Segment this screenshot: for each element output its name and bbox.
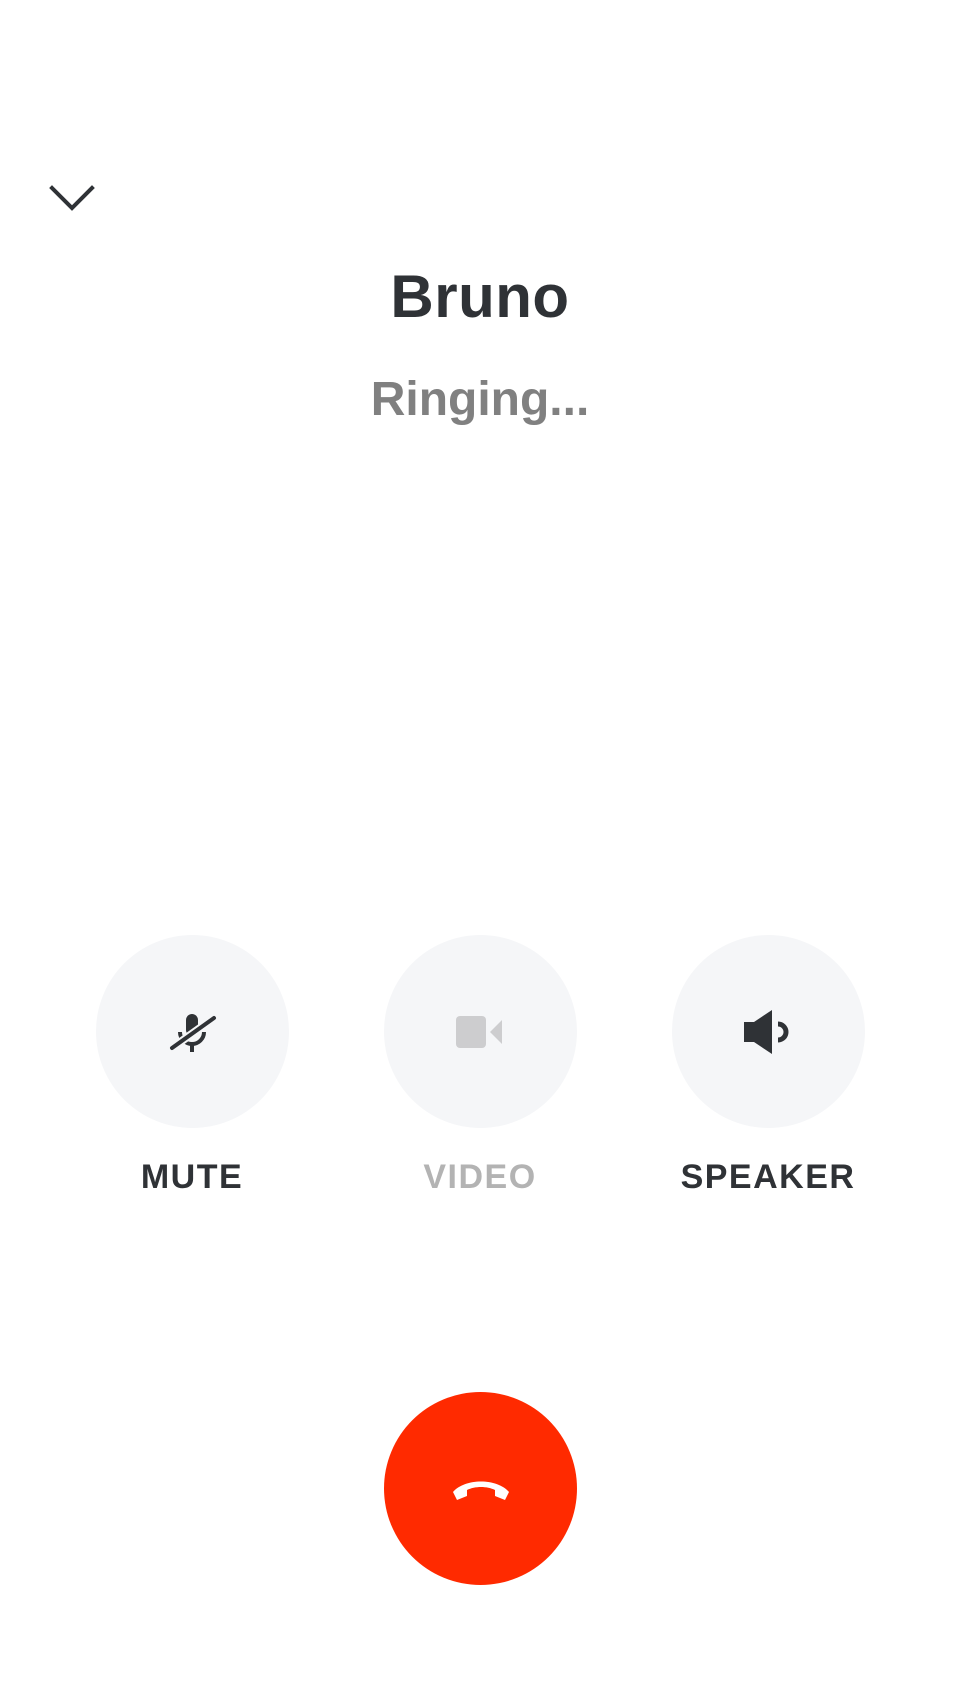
mute-button[interactable]: MUTE xyxy=(62,935,322,1197)
video-label: VIDEO xyxy=(423,1158,537,1196)
chevron-down-icon xyxy=(49,185,95,211)
speaker-icon xyxy=(744,1009,789,1054)
caller-name: Bruno xyxy=(390,263,570,330)
mute-label: MUTE xyxy=(140,1158,244,1196)
end-call-button[interactable] xyxy=(384,1392,577,1585)
video-camera-icon xyxy=(456,1015,502,1048)
microphone-off-icon xyxy=(169,1013,217,1052)
speaker-label: SPEAKER xyxy=(680,1158,856,1196)
video-button-circle[interactable] xyxy=(383,935,577,1128)
collapse-button[interactable] xyxy=(40,170,104,226)
call-status: Ringing... xyxy=(370,373,590,426)
call-controls: MUTE VIDEO SPEAKER xyxy=(0,935,960,1197)
video-button[interactable]: VIDEO xyxy=(350,935,610,1197)
speaker-button-circle[interactable] xyxy=(671,935,865,1128)
speaker-button[interactable]: SPEAKER xyxy=(638,935,898,1197)
phone-hangup-icon xyxy=(452,1481,509,1500)
mute-button-circle[interactable] xyxy=(95,935,289,1128)
